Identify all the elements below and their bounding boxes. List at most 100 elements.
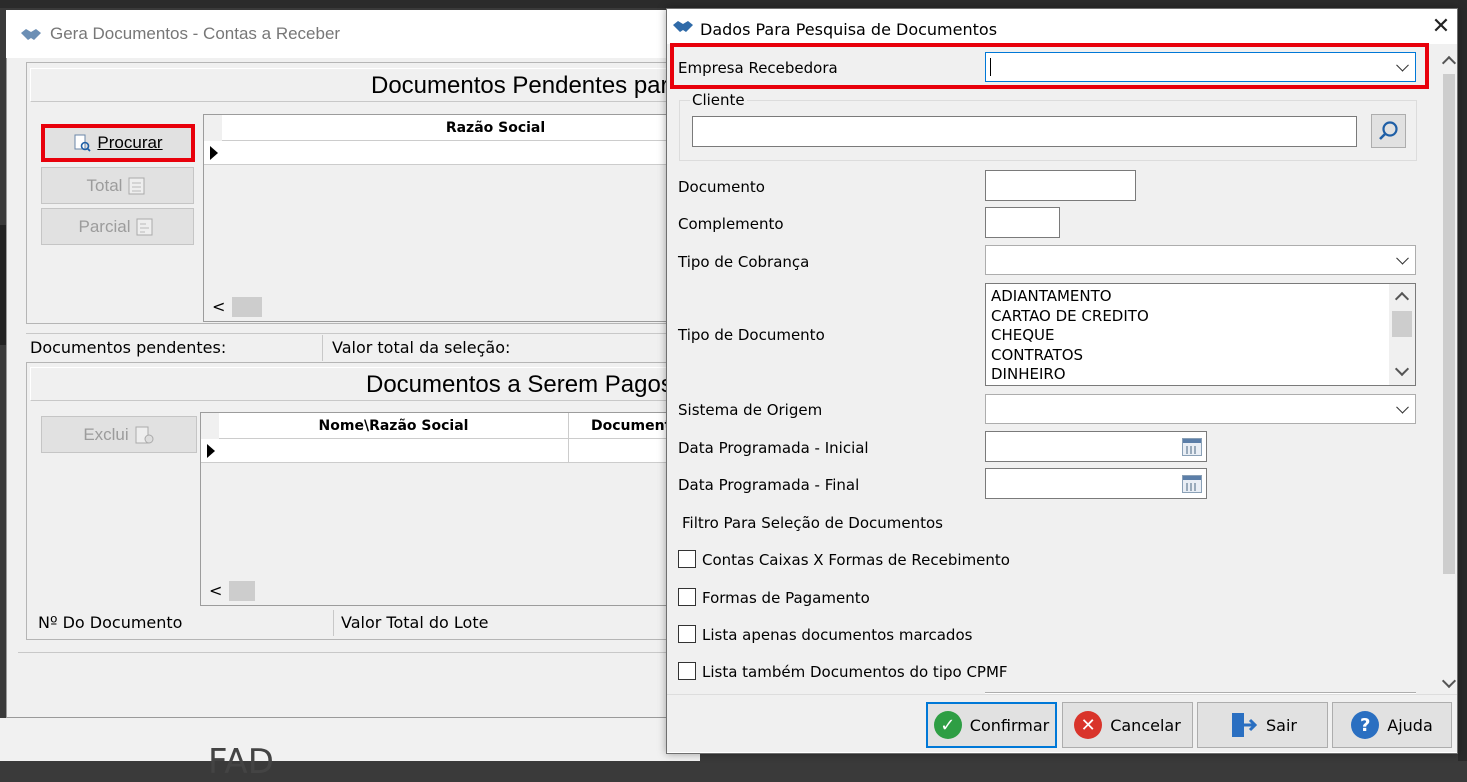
desktop-background-bottom	[0, 718, 700, 761]
status-separator	[333, 610, 334, 636]
horizontal-scrollbar[interactable]: <	[201, 579, 669, 603]
procurar-button[interactable]: Procurar	[41, 124, 195, 162]
x-circle-icon: ✕	[1074, 711, 1103, 739]
scrollbar-thumb[interactable]	[229, 581, 255, 601]
checkbox-documentos-marcados-label[interactable]: Lista apenas documentos marcados	[702, 626, 972, 644]
scroll-up-icon[interactable]	[1394, 291, 1410, 307]
background-fragment-text: FAD	[208, 742, 274, 782]
filter-title: Filtro Para Seleção de Documentos	[682, 514, 943, 532]
tipo-documento-label: Tipo de Documento	[678, 326, 825, 344]
exclui-button-label: Exclui	[83, 424, 129, 444]
sistema-origem-select[interactable]	[985, 394, 1416, 424]
table-row[interactable]	[201, 439, 669, 463]
footer-divider	[18, 652, 688, 653]
list-item[interactable]: DINHEIRO	[986, 365, 1388, 385]
document-partial-icon	[136, 218, 153, 235]
document-grid-icon	[128, 177, 145, 194]
status-separator	[322, 335, 323, 361]
ajuda-button[interactable]: ? Ajuda	[1332, 702, 1452, 748]
lot-total-label: Valor Total do Lote	[341, 613, 489, 632]
status-divider	[26, 333, 686, 334]
row-indicator-icon	[210, 146, 218, 160]
tipo-documento-list[interactable]: ADIANTAMENTO CARTAO DE CREDITO CHEQUE CO…	[985, 283, 1416, 386]
grid-column-razao-social[interactable]: Razão Social	[222, 115, 669, 141]
confirmar-button-label: Confirmar	[969, 715, 1050, 735]
empresa-recebedora-select[interactable]	[985, 52, 1416, 82]
to-pay-section-title: Documentos a Serem Pagos	[366, 371, 673, 398]
grid-column-documento[interactable]: Document	[569, 413, 669, 439]
total-button-label: Total	[86, 175, 123, 195]
grid-column-nome-razao-social-label: Nome\Razão Social	[318, 417, 469, 434]
checkbox-contas-caixas[interactable]	[678, 550, 696, 568]
list-vertical-scrollbar[interactable]	[1389, 284, 1415, 385]
scroll-left-icon[interactable]: <	[212, 297, 225, 316]
cancelar-button[interactable]: ✕ Cancelar	[1062, 702, 1193, 748]
scroll-left-icon[interactable]: <	[209, 581, 222, 600]
procurar-button-label: Procurar	[97, 133, 163, 152]
sair-button[interactable]: Sair	[1197, 702, 1328, 748]
list-item[interactable]: ADIANTAMENTO	[986, 287, 1388, 307]
grid-column-nome-razao-social[interactable]: Nome\Razão Social	[219, 413, 569, 439]
complemento-label: Complemento	[678, 215, 784, 233]
sair-button-label: Sair	[1266, 715, 1297, 735]
cliente-search-button[interactable]	[1371, 114, 1406, 148]
chevron-down-icon[interactable]	[1396, 58, 1409, 72]
data-final-input[interactable]	[985, 468, 1207, 499]
documento-input[interactable]	[985, 170, 1136, 201]
total-button[interactable]: Total	[41, 167, 194, 204]
tipo-cobranca-label: Tipo de Cobrança	[678, 253, 810, 271]
checkbox-cpmf[interactable]	[678, 662, 696, 680]
empresa-recebedora-label: Empresa Recebedora	[678, 59, 838, 77]
desktop-background-top	[0, 0, 1467, 8]
question-circle-icon: ?	[1351, 711, 1380, 739]
cliente-input[interactable]	[692, 116, 1357, 147]
chevron-down-icon[interactable]	[1396, 400, 1409, 414]
scrollbar-thumb[interactable]	[1392, 311, 1412, 337]
calendar-icon[interactable]	[1182, 438, 1202, 456]
scrollbar-thumb[interactable]	[232, 297, 262, 317]
close-icon[interactable]: ✕	[1430, 16, 1452, 38]
checkbox-formas-pagamento[interactable]	[678, 588, 696, 606]
list-item[interactable]: CHEQUE	[986, 326, 1388, 346]
to-pay-section-header: Documentos a Serem Pagos	[30, 367, 682, 401]
dialog-title: Dados Para Pesquisa de Documentos	[700, 20, 998, 39]
pending-count-label: Documentos pendentes:	[30, 338, 227, 357]
horizontal-scrollbar[interactable]: <	[204, 295, 669, 319]
data-inicial-label: Data Programada - Inicial	[678, 439, 869, 457]
checkbox-cpmf-label[interactable]: Lista também Documentos do tipo CPMF	[702, 663, 1008, 681]
checkbox-contas-caixas-label[interactable]: Contas Caixas X Formas de Recebimento	[702, 551, 1010, 569]
exclui-button[interactable]: Exclui	[41, 416, 197, 453]
grid-column-documento-label: Document	[591, 417, 669, 434]
selection-total-label: Valor total da seleção:	[332, 338, 511, 357]
checkbox-documentos-marcados[interactable]	[678, 625, 696, 643]
calendar-icon[interactable]	[1182, 475, 1202, 493]
dialog-vertical-scrollbar[interactable]	[1441, 44, 1457, 694]
scroll-up-icon[interactable]	[1441, 55, 1457, 71]
confirmar-button[interactable]: ✓ Confirmar	[926, 702, 1057, 748]
complemento-input[interactable]	[985, 207, 1060, 238]
table-row[interactable]	[204, 141, 669, 165]
magnifier-icon	[1378, 121, 1398, 140]
scroll-down-icon[interactable]	[1441, 673, 1457, 689]
desktop-background-right	[1458, 0, 1467, 761]
documento-label: Documento	[678, 178, 765, 196]
back-window-title: Gera Documentos - Contas a Receber	[50, 24, 341, 43]
list-item[interactable]: CONTRATOS	[986, 346, 1388, 366]
document-delete-icon	[135, 426, 154, 443]
sistema-origem-label: Sistema de Origem	[678, 401, 823, 419]
parcial-button-label: Parcial	[78, 216, 131, 236]
exit-door-icon	[1232, 713, 1258, 737]
document-search-icon	[74, 134, 92, 152]
chevron-down-icon[interactable]	[1396, 251, 1409, 265]
parcial-button[interactable]: Parcial	[41, 208, 194, 245]
tipo-cobranca-select[interactable]	[985, 245, 1416, 275]
grid-cell-divider	[568, 439, 569, 463]
list-item[interactable]: CARTAO DE CREDITO	[986, 307, 1388, 327]
scroll-down-icon[interactable]	[1394, 361, 1410, 377]
checkbox-formas-pagamento-label[interactable]: Formas de Pagamento	[702, 589, 870, 607]
scrollbar-thumb[interactable]	[1443, 74, 1455, 574]
grid-column-razao-social-label: Razão Social	[445, 119, 546, 136]
text-caret	[990, 58, 991, 76]
data-inicial-input[interactable]	[985, 431, 1207, 462]
pending-section-header: Documentos Pendentes para	[30, 68, 682, 102]
